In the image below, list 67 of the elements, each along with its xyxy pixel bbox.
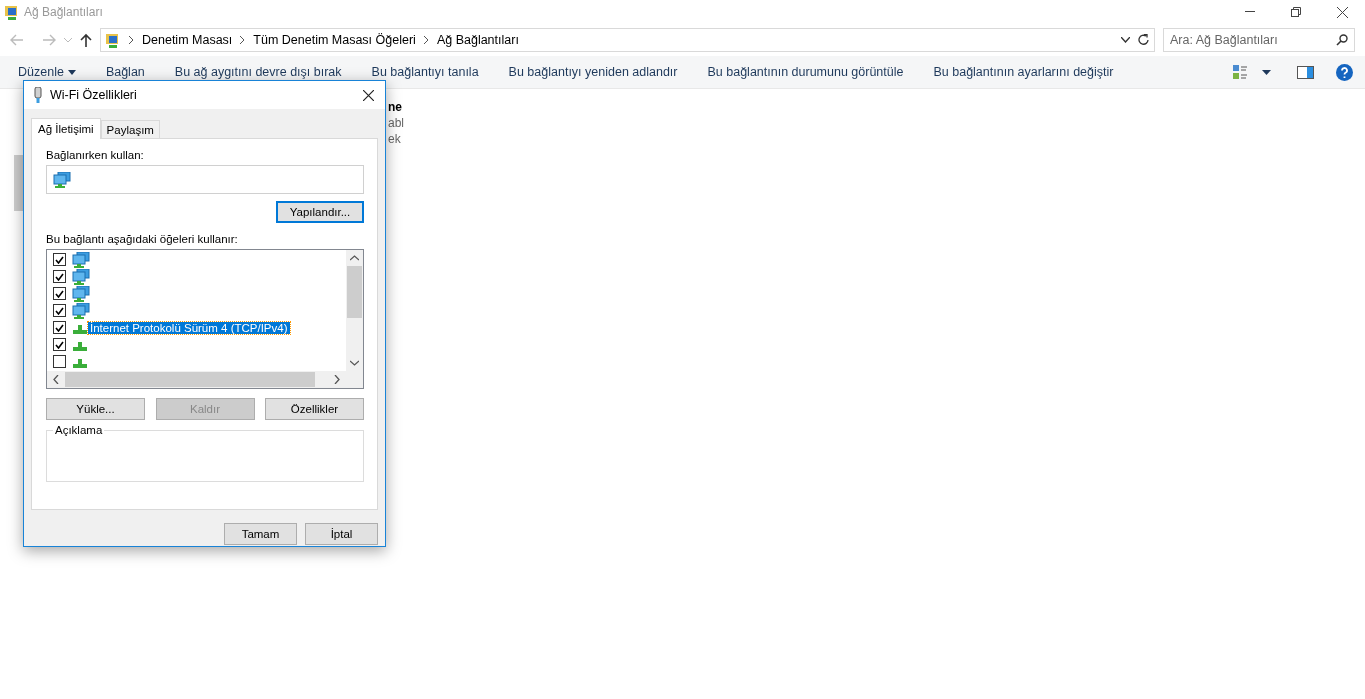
items-list[interactable]: İnternet Protokolü Sürüm 4 (TCP/IPv4) (46, 249, 364, 389)
search-field[interactable]: Ara: Ağ Bağlantıları (1163, 28, 1355, 52)
close-icon[interactable] (362, 89, 374, 101)
toolbar-button[interactable]: Bağlan (105, 65, 145, 79)
network-computer-icon (53, 171, 71, 188)
toolbar-button[interactable]: Bu bağlantının durumunu görüntüle (707, 65, 904, 79)
wifi-adapter-icon (34, 87, 42, 103)
window-title: Ağ Bağlantıları (24, 5, 103, 19)
scrollbar-thumb[interactable] (14, 155, 24, 211)
group-label: Açıklama (54, 424, 104, 436)
checkbox[interactable] (53, 321, 66, 334)
horizontal-scrollbar[interactable] (47, 371, 346, 388)
toolbar-button[interactable]: Bu bağlantıyı tanıla (371, 65, 479, 79)
checkbox[interactable] (53, 355, 66, 368)
chevron-right-icon (240, 36, 246, 44)
breadcrumb-item[interactable]: Tüm Denetim Masası Öğeleri (253, 33, 416, 47)
list-label: Bu bağlantı aşağıdaki öğeleri kullanır: (46, 233, 239, 245)
preview-pane-icon[interactable] (1297, 65, 1314, 79)
list-action-button[interactable]: Yükle... (46, 398, 145, 420)
checkbox[interactable] (53, 304, 66, 317)
chevron-right-icon (423, 36, 429, 44)
checkbox[interactable] (53, 253, 66, 266)
refresh-icon[interactable] (1138, 33, 1150, 47)
chevron-right-icon (129, 36, 134, 44)
scroll-right-icon[interactable] (334, 375, 340, 384)
scroll-up-icon[interactable] (350, 255, 359, 261)
scroll-down-icon[interactable] (350, 360, 359, 366)
item-text-fragment: ek (388, 131, 402, 147)
list-item[interactable]: İnternet Protokolü Sürüm 4 (TCP/IPv4) (88, 321, 290, 334)
vertical-scrollbar[interactable] (346, 250, 363, 371)
toolbar-button[interactable]: Bu bağlantıyı yeniden adlandır (508, 65, 678, 79)
list-action-button[interactable]: Özellikler (265, 398, 364, 420)
view-options-icon[interactable] (1232, 64, 1248, 80)
checkbox[interactable] (53, 287, 66, 300)
field-label: Bağlanırken kullan: (46, 149, 145, 161)
checkbox[interactable] (53, 270, 66, 283)
scroll-left-icon[interactable] (53, 375, 59, 384)
minimize-icon[interactable] (1245, 11, 1255, 13)
tab[interactable]: Ağ İletişimi (31, 118, 101, 139)
breadcrumb-item[interactable]: Denetim Masası (142, 33, 233, 47)
network-folder-icon (105, 32, 121, 48)
toolbar-button[interactable]: Düzenle (18, 65, 76, 79)
up-arrow-icon[interactable] (80, 33, 92, 47)
item-text-fragment: abl (388, 115, 404, 131)
network-folder-icon (4, 4, 20, 20)
network-computer-icon (72, 302, 90, 319)
checkbox[interactable] (53, 338, 66, 351)
tab[interactable]: Paylaşım (100, 120, 160, 139)
caret-icon[interactable] (1262, 69, 1271, 75)
item-text-fragment: ne (388, 99, 403, 115)
configure-button[interactable]: Yapılandır... (276, 201, 364, 223)
chevron-down-icon[interactable] (1121, 37, 1130, 43)
dialog-button[interactable]: Tamam (224, 523, 297, 545)
close-icon[interactable] (1336, 6, 1348, 18)
caret-icon (67, 69, 76, 75)
toolbar-button[interactable]: Bu bağlantının ayarlarını değiştir (933, 65, 1114, 79)
restore-icon[interactable] (1291, 7, 1301, 17)
breadcrumb-item[interactable]: Ağ Bağlantıları (436, 33, 519, 47)
network-computer-icon (72, 251, 90, 268)
dialog-title: Wi-Fi Özellikleri (50, 88, 137, 102)
network-computer-icon (72, 285, 90, 302)
dialog-button[interactable]: İptal (305, 523, 378, 545)
network-computer-icon (72, 268, 90, 285)
search-icon (1336, 34, 1348, 46)
address-bar[interactable]: Denetim Masası Tüm Denetim Masası Öğeleri Ağ Bağlantıları (100, 28, 1155, 52)
toolbar-button[interactable]: Bu ağ aygıtını devre dışı bırak (174, 65, 342, 79)
help-icon[interactable] (1336, 63, 1353, 81)
